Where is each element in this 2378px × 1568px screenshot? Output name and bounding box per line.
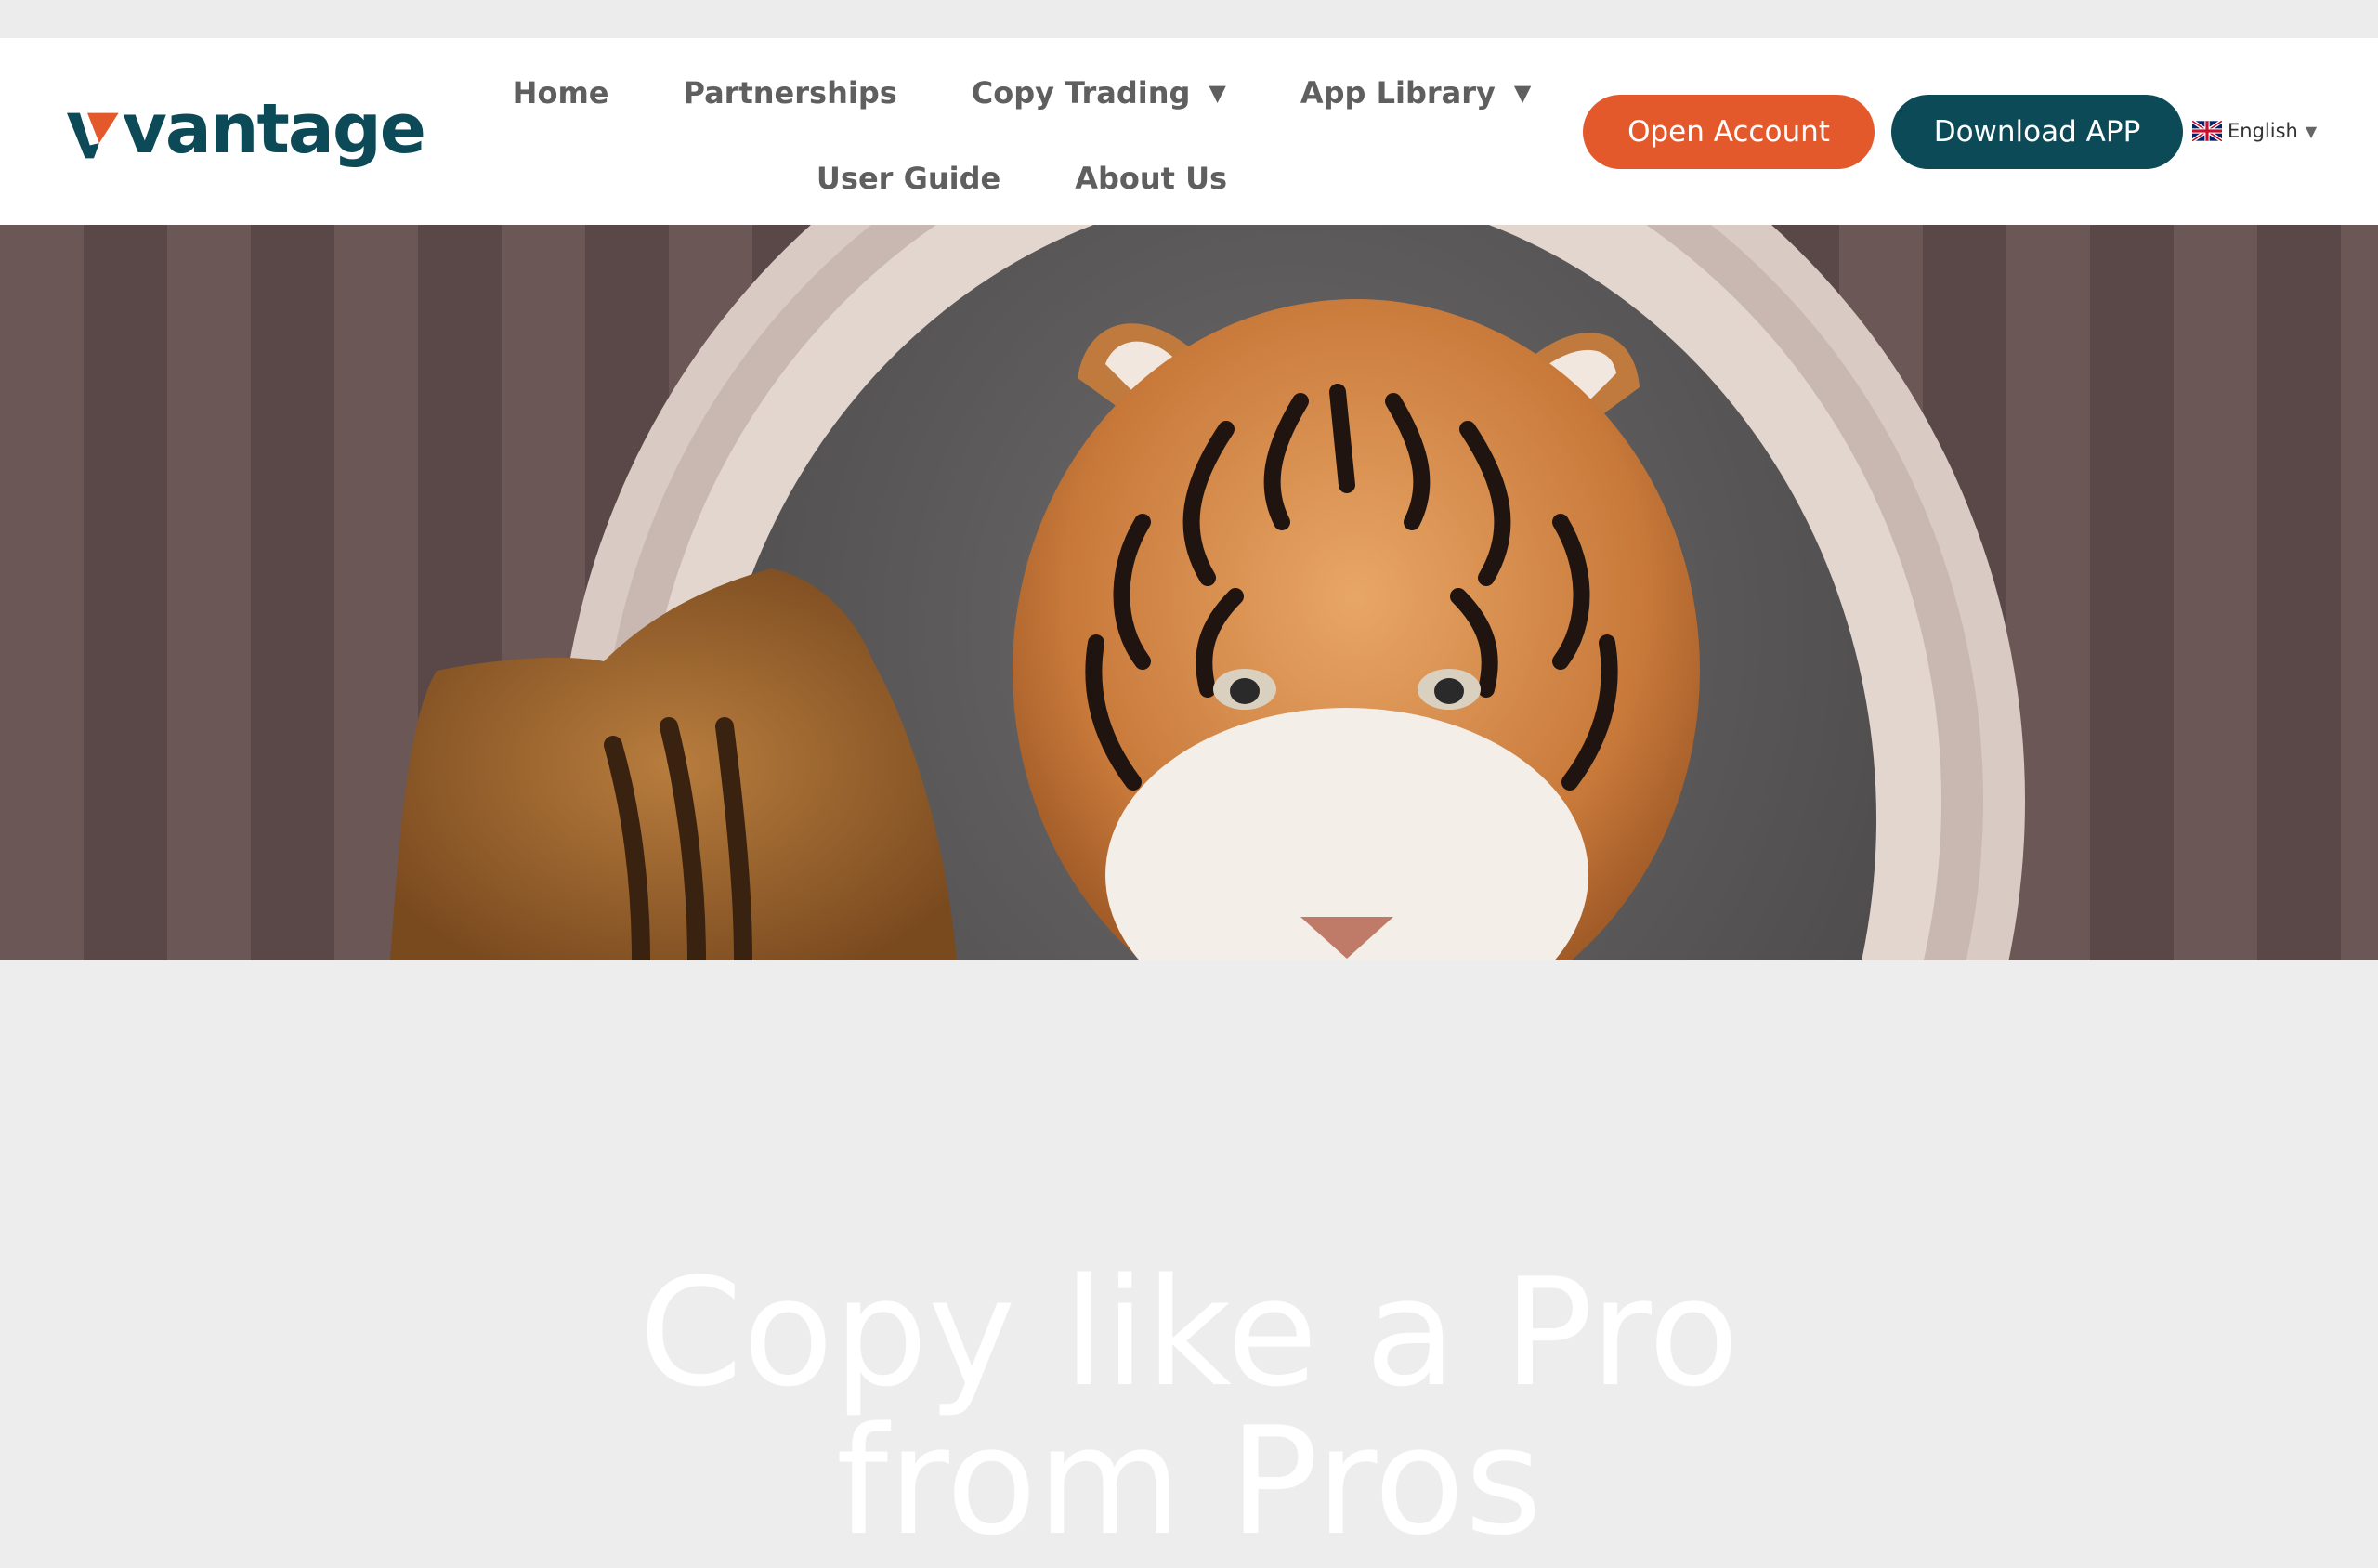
uk-flag-icon	[2192, 121, 2222, 141]
nav-item-home[interactable]: Home	[476, 64, 647, 122]
nav-item-partnerships[interactable]: Partnerships	[646, 64, 934, 122]
nav-item-label: Copy Trading	[971, 75, 1191, 111]
nav-row-secondary: User Guide About Us	[520, 150, 1523, 207]
nav-item-label: Partnerships	[683, 75, 897, 111]
nav-item-label: User Guide	[816, 161, 1001, 196]
nav-item-label: Home	[512, 75, 609, 111]
nav-item-label: App Library	[1300, 75, 1496, 111]
logo-wordmark: vantage	[122, 88, 426, 169]
nav-item-app-library[interactable]: App Library ▼	[1263, 64, 1568, 122]
caret-down-icon: ▼	[1513, 80, 1532, 106]
nav-item-user-guide[interactable]: User Guide	[779, 150, 1038, 207]
hero-image	[0, 225, 2378, 960]
download-app-button[interactable]: Download APP	[1891, 95, 2183, 169]
open-account-button[interactable]: Open Account	[1583, 95, 1875, 169]
main-nav: Home Partnerships Copy Trading ▼ App Lib…	[513, 38, 1532, 225]
caret-down-icon: ▼	[2305, 122, 2318, 140]
site-header: vantage Home Partnerships Copy Trading ▼…	[0, 38, 2378, 225]
nav-item-copy-trading[interactable]: Copy Trading ▼	[934, 64, 1263, 122]
hero-headline: Copy like a Pro from Pros	[0, 1259, 2378, 1556]
nav-row-primary: Home Partnerships Copy Trading ▼ App Lib…	[513, 64, 1532, 122]
hero-headline-line2: from Pros	[835, 1394, 1543, 1568]
language-label: English	[2228, 120, 2298, 142]
language-selector[interactable]: English ▼	[2192, 120, 2317, 142]
vantage-v-logo-icon	[67, 112, 119, 158]
hero-headline-line1: Copy like a Pro	[638, 1246, 1740, 1419]
nav-item-about-us[interactable]: About Us	[1038, 150, 1264, 207]
cat-tiger-mirror-illustration	[390, 225, 2025, 960]
caret-down-icon: ▼	[1209, 80, 1226, 106]
top-strip	[0, 0, 2378, 38]
vantage-logo[interactable]: vantage	[67, 88, 426, 179]
nav-item-label: About Us	[1075, 161, 1228, 196]
